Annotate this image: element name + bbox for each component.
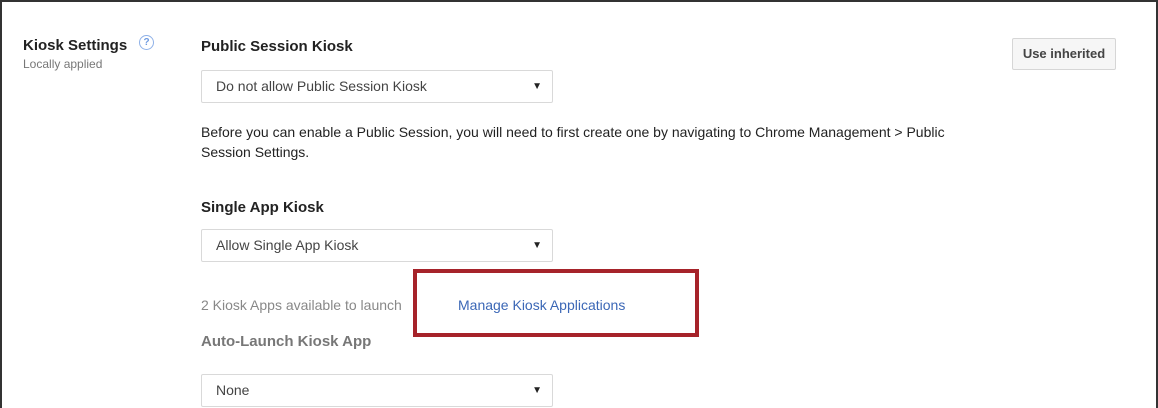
- chevron-down-icon: ▼: [532, 240, 542, 251]
- public-session-select[interactable]: Do not allow Public Session Kiosk ▼: [201, 70, 553, 103]
- public-session-description: Before you can enable a Public Session, …: [201, 124, 945, 160]
- settings-panel-frame: [0, 0, 1158, 408]
- single-app-select[interactable]: Allow Single App Kiosk ▼: [201, 229, 553, 262]
- highlight-annotation-box: [413, 269, 699, 337]
- chevron-down-icon: ▼: [532, 81, 542, 92]
- settings-title: Kiosk Settings: [23, 37, 128, 54]
- kiosk-apps-available-text: 2 Kiosk Apps available to launch: [201, 297, 402, 313]
- auto-launch-selected-value: None: [216, 382, 250, 398]
- chevron-down-icon: ▼: [532, 385, 542, 396]
- single-app-heading: Single App Kiosk: [201, 199, 324, 216]
- auto-launch-label: Auto-Launch Kiosk App: [201, 333, 372, 350]
- public-session-selected-value: Do not allow Public Session Kiosk: [216, 78, 427, 94]
- help-icon[interactable]: ?: [139, 35, 154, 50]
- auto-launch-select[interactable]: None ▼: [201, 374, 553, 407]
- settings-subtitle: Locally applied: [23, 57, 103, 71]
- single-app-selected-value: Allow Single App Kiosk: [216, 237, 359, 253]
- use-inherited-button[interactable]: Use inherited: [1012, 38, 1116, 70]
- public-session-heading: Public Session Kiosk: [201, 38, 353, 55]
